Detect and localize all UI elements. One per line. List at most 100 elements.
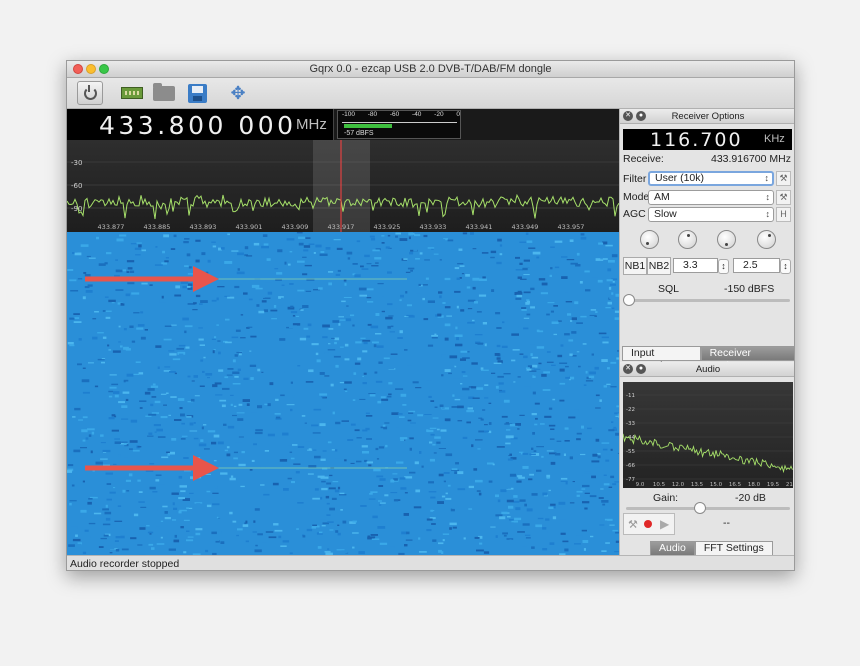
spectrum-x-tick-label: 433.957 — [558, 223, 585, 231]
dock-float-icon[interactable]: ● — [636, 111, 646, 121]
agc-decay-knob[interactable] — [678, 230, 697, 249]
gain-slider-handle[interactable] — [694, 502, 706, 514]
agc-gain-knob[interactable] — [757, 230, 776, 249]
record-icon[interactable] — [644, 520, 652, 528]
dock-close-icon[interactable]: ✕ — [623, 364, 633, 374]
main-window: Gqrx 0.0 - ezcap USB 2.0 DVB-T/DAB/FM do… — [66, 60, 795, 571]
audio-y-tick-label: -11 — [626, 393, 635, 399]
power-icon — [83, 84, 97, 100]
save-button[interactable] — [184, 81, 210, 105]
audio-x-tick-label: 16.5 — [729, 482, 742, 488]
wrench-icon: ⚒ — [779, 173, 788, 183]
meter-tick-label: -100 — [342, 111, 356, 118]
arrow-head — [193, 266, 219, 292]
open-file-button[interactable] — [151, 81, 177, 105]
spectrum-x-tick-label: 433.909 — [282, 223, 309, 231]
sql-slider-track[interactable] — [626, 299, 790, 302]
frequency-row: 433.800 000 MHz -100 -80 -60 -40 -20 0 -57 dB… — [67, 109, 619, 140]
spectrum-x-tick-label: 433.885 — [144, 223, 171, 231]
filter-options-button[interactable]: ⚒ — [776, 171, 791, 186]
status-text: Audio recorder stopped — [70, 558, 180, 570]
gain-value: -20 dB — [735, 492, 766, 504]
configure-device-button[interactable] — [119, 81, 145, 105]
device-icon — [121, 87, 143, 99]
audio-fft-trace — [623, 433, 793, 474]
receiver-options-titlebar: ✕ ● Receiver Options — [620, 109, 794, 124]
filter-select[interactable]: User (10k) — [648, 171, 774, 186]
agc-threshold-knob[interactable] — [640, 230, 659, 249]
play-icon[interactable]: ▶ — [660, 517, 669, 531]
meter-label: -57 dBFS — [344, 130, 374, 137]
agc-select[interactable]: Slow — [648, 207, 774, 222]
audio-title: Audio — [695, 364, 721, 375]
sql-value: -150 dBFS — [724, 283, 775, 295]
nb1-toggle[interactable]: NB1 — [623, 257, 647, 275]
spectrum-svg: -30-60-90433.877 433.885 433.893 433.901 433… — [67, 140, 619, 232]
nb2-threshold-spinbox[interactable]: 2.5 — [733, 258, 791, 274]
meter-tick-label: -60 — [389, 111, 400, 118]
title-bar: Gqrx 0.0 - ezcap USB 2.0 DVB-T/DAB/FM do… — [67, 61, 794, 78]
receiver-offset-display[interactable]: 116.700 KHz — [623, 129, 792, 151]
zoom-window-icon[interactable] — [99, 64, 109, 74]
spectrum-plot[interactable]: -30 -60 -90 433.877 433.885 433.893 433.901 433… — [67, 140, 619, 232]
recording-time: -- — [723, 517, 730, 529]
spectrum-x-tick-label: 433.877 — [98, 223, 125, 231]
nb2-toggle[interactable]: NB2 — [647, 257, 671, 275]
fullscreen-button[interactable]: ✥ — [225, 81, 251, 105]
receiver-offset-digits[interactable]: 116.700 — [650, 129, 743, 151]
nb1-threshold-value: 3.3 — [683, 259, 698, 271]
agc-slope-knob[interactable] — [717, 230, 736, 249]
audio-x-tick-label: 12.0 — [672, 482, 685, 488]
close-window-icon[interactable] — [73, 64, 83, 74]
main-frequency-digits[interactable]: 433.800 000 — [99, 111, 297, 140]
filter-select-value: User (10k) — [655, 172, 705, 184]
sql-slider-handle[interactable] — [623, 294, 635, 306]
audio-y-tick-label: -55 — [626, 449, 635, 455]
tab-audio[interactable]: Audio — [650, 541, 695, 556]
agc-hang-button[interactable]: H — [776, 207, 791, 222]
dock-close-icon[interactable]: ✕ — [623, 111, 633, 121]
save-icon — [187, 83, 207, 103]
receiver-options-title: Receiver Options — [671, 111, 745, 122]
tab-fft-settings[interactable]: FFT Settings — [694, 541, 773, 556]
arrow-head — [193, 455, 219, 481]
audio-recorder-controls: ⚒ ▶ — [623, 513, 675, 535]
audio-options-button[interactable]: ⚒ — [628, 518, 638, 531]
agc-label: AGC — [623, 208, 646, 220]
meter-ticks: -100 -80 -60 -40 -20 0 — [342, 111, 460, 118]
dock-float-icon[interactable]: ● — [636, 364, 646, 374]
folder-icon — [153, 82, 175, 101]
waterfall-plot[interactable] — [67, 232, 619, 555]
audio-x-tick-label: 15.0 — [710, 482, 723, 488]
status-bar: Audio recorder stopped — [67, 555, 794, 570]
spectrum-x-tick-label: 433.941 — [466, 223, 493, 231]
nb1-label: NB1 — [624, 260, 646, 272]
main-frequency-unit: MHz — [296, 116, 327, 133]
audio-titlebar: ✕ ● Audio — [620, 362, 794, 377]
meter-tick-label: -80 — [367, 111, 378, 118]
wrench-icon: ⚒ — [779, 192, 788, 202]
receive-value: 433.916700 MHz — [711, 153, 791, 165]
spectrum-y-tick-label: -60 — [71, 182, 82, 190]
top-dock-tabs: Input controls Receiver Options — [622, 346, 794, 372]
gain-label: Gain: — [653, 492, 679, 504]
gain-slider-track[interactable] — [626, 507, 790, 510]
right-dock: ✕ ● Receiver Options 116.700 KHz Receive… — [619, 109, 794, 556]
spectrum-x-tick-label: 433.901 — [236, 223, 263, 231]
audio-y-tick-label: -66 — [626, 463, 635, 469]
plot-area: 433.800 000 MHz -100 -80 -60 -40 -20 0 -57 dB… — [67, 109, 619, 555]
tab-receiver-options[interactable]: Receiver Options — [700, 346, 794, 372]
spectrum-x-tick-label: 433.949 — [512, 223, 539, 231]
mode-options-button[interactable]: ⚒ — [776, 190, 791, 205]
tab-input-controls[interactable]: Input controls — [622, 346, 701, 372]
tab-fft-settings-label: FFT Settings — [703, 542, 764, 554]
nb1-threshold-spinbox[interactable]: 3.3 — [673, 258, 729, 274]
power-button[interactable] — [77, 81, 103, 105]
audio-x-tick-label: 10.5 — [653, 482, 666, 488]
minimize-window-icon[interactable] — [86, 64, 96, 74]
mode-select[interactable]: AM — [648, 190, 774, 205]
main-frequency-display[interactable]: 433.800 000 MHz — [67, 109, 334, 140]
spectrum-x-tick-label: 433.933 — [420, 223, 447, 231]
agc-hang-label: H — [780, 209, 787, 219]
waterfall-svg — [67, 232, 619, 555]
